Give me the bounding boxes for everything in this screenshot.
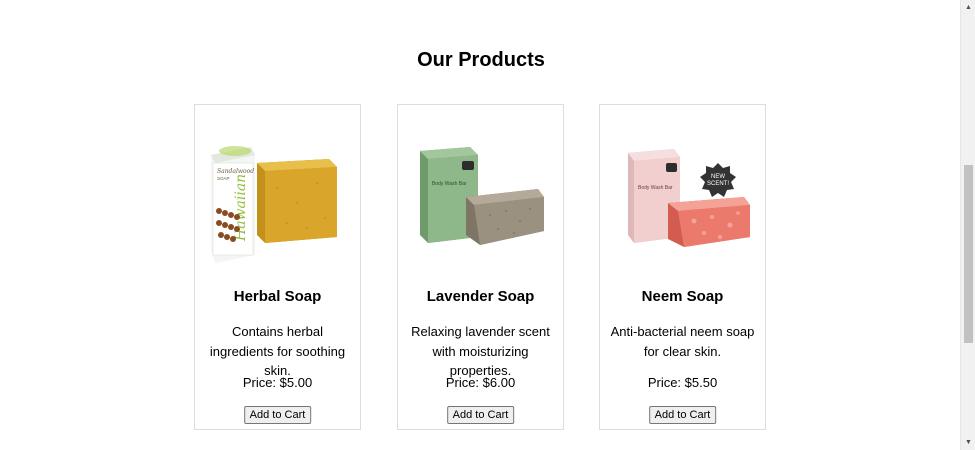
- product-price: Price: $6.00: [445, 375, 516, 390]
- product-description: Contains herbal ingredients for soothing…: [209, 324, 346, 378]
- product-card-herbal-soap: Hawaiian Sandalwood SOAP Herbal Soap Con…: [194, 104, 361, 430]
- product-card-lavender-soap: Body Wash Bar Lavender Soap Relaxing lav…: [397, 104, 564, 430]
- scroll-down-arrow-icon[interactable]: ▼: [961, 435, 975, 450]
- new-scent-badge: [700, 163, 736, 197]
- product-price: Price: $5.00: [242, 375, 313, 390]
- scroll-up-arrow-icon[interactable]: ▲: [961, 0, 975, 15]
- product-name: Neem Soap: [641, 288, 724, 305]
- lavender-box-label: Body Wash Bar: [432, 181, 467, 187]
- product-name: Herbal Soap: [233, 288, 322, 305]
- herbal-box-brand-text: Hawaiian: [233, 174, 249, 242]
- add-to-cart-button[interactable]: Add to Cart: [243, 406, 312, 424]
- vertical-scrollbar[interactable]: ▲ ▼: [960, 0, 975, 450]
- product-description: Anti-bacterial neem soap for clear skin.: [610, 324, 755, 359]
- neem-soap-image: Body Wash Bar NEW SCENT!: [628, 149, 750, 247]
- svg-text:Hawaiian: Hawaiian: [233, 174, 249, 242]
- herbal-box-type-text: SOAP: [217, 176, 230, 181]
- badge-line-2: SCENT!: [707, 181, 729, 187]
- neem-box-label: Body Wash Bar: [638, 185, 673, 191]
- product-price: Price: $5.50: [647, 375, 718, 390]
- product-card-neem-soap: Body Wash Bar NEW SCENT! Neem Soap Anti-…: [599, 104, 766, 430]
- add-to-cart-button[interactable]: Add to Cart: [446, 406, 515, 424]
- herbal-box-scent-text: Sandalwood: [217, 168, 254, 175]
- scroll-thumb[interactable]: [964, 165, 973, 343]
- herbal-soap-image: Hawaiian Sandalwood SOAP: [211, 146, 337, 263]
- page-viewport: Our Products Hawaiian Sandalwood SOAP He…: [0, 0, 960, 450]
- product-name: Lavender Soap: [426, 288, 535, 305]
- add-to-cart-button[interactable]: Add to Cart: [648, 406, 717, 424]
- badge-line-1: NEW: [711, 174, 725, 180]
- product-description: Relaxing lavender scent with moisturizin…: [411, 324, 550, 378]
- lavender-soap-image: Body Wash Bar: [420, 147, 544, 245]
- page-title: Our Products: [417, 49, 545, 71]
